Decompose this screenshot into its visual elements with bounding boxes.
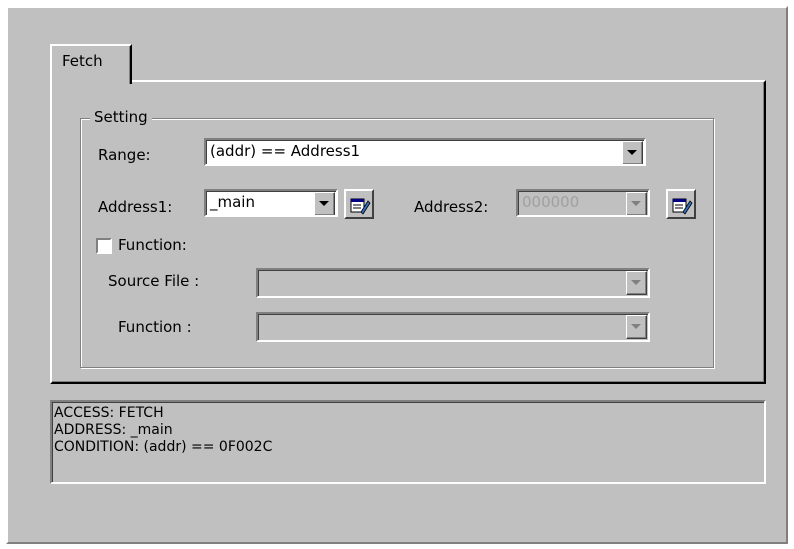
condition-summary-box: ACCESS: FETCH ADDRESS: _main CONDITION: …	[50, 400, 766, 484]
chevron-down-icon[interactable]	[622, 141, 643, 164]
symbol-browse-icon	[350, 198, 371, 215]
range-label: Range:	[98, 146, 151, 164]
status-line-address: ADDRESS: _main	[54, 422, 173, 438]
address2-value: 000000	[522, 193, 580, 211]
address1-combo[interactable]: _main	[204, 189, 338, 217]
address2-label: Address2:	[414, 198, 489, 216]
address2-combo: 000000	[516, 189, 650, 217]
source-file-select	[256, 268, 650, 298]
function-select	[256, 312, 650, 342]
chevron-down-icon	[626, 315, 647, 339]
chevron-down-icon	[626, 271, 647, 295]
status-line-access: ACCESS: FETCH	[54, 405, 164, 421]
address1-value: _main	[210, 193, 255, 211]
address1-browse-button[interactable]	[344, 189, 374, 219]
address2-browse-button[interactable]	[666, 189, 696, 219]
range-value: (addr) == Address1	[210, 142, 361, 160]
chevron-down-icon[interactable]	[314, 192, 335, 215]
tab-fetch[interactable]: Fetch	[50, 44, 132, 84]
setting-group-title: Setting	[90, 108, 152, 126]
address1-label: Address1:	[98, 198, 173, 216]
function-checkbox-label: Function:	[118, 236, 187, 254]
chevron-down-icon	[626, 192, 647, 215]
source-file-label: Source File :	[108, 272, 200, 290]
symbol-browse-icon	[672, 198, 693, 215]
status-line-condition: CONDITION: (addr) == 0F002C	[54, 439, 273, 455]
range-select[interactable]: (addr) == Address1	[204, 138, 646, 166]
function-checkbox[interactable]	[96, 238, 112, 254]
tab-fetch-label: Fetch	[62, 52, 103, 70]
function-label: Function :	[118, 318, 192, 336]
